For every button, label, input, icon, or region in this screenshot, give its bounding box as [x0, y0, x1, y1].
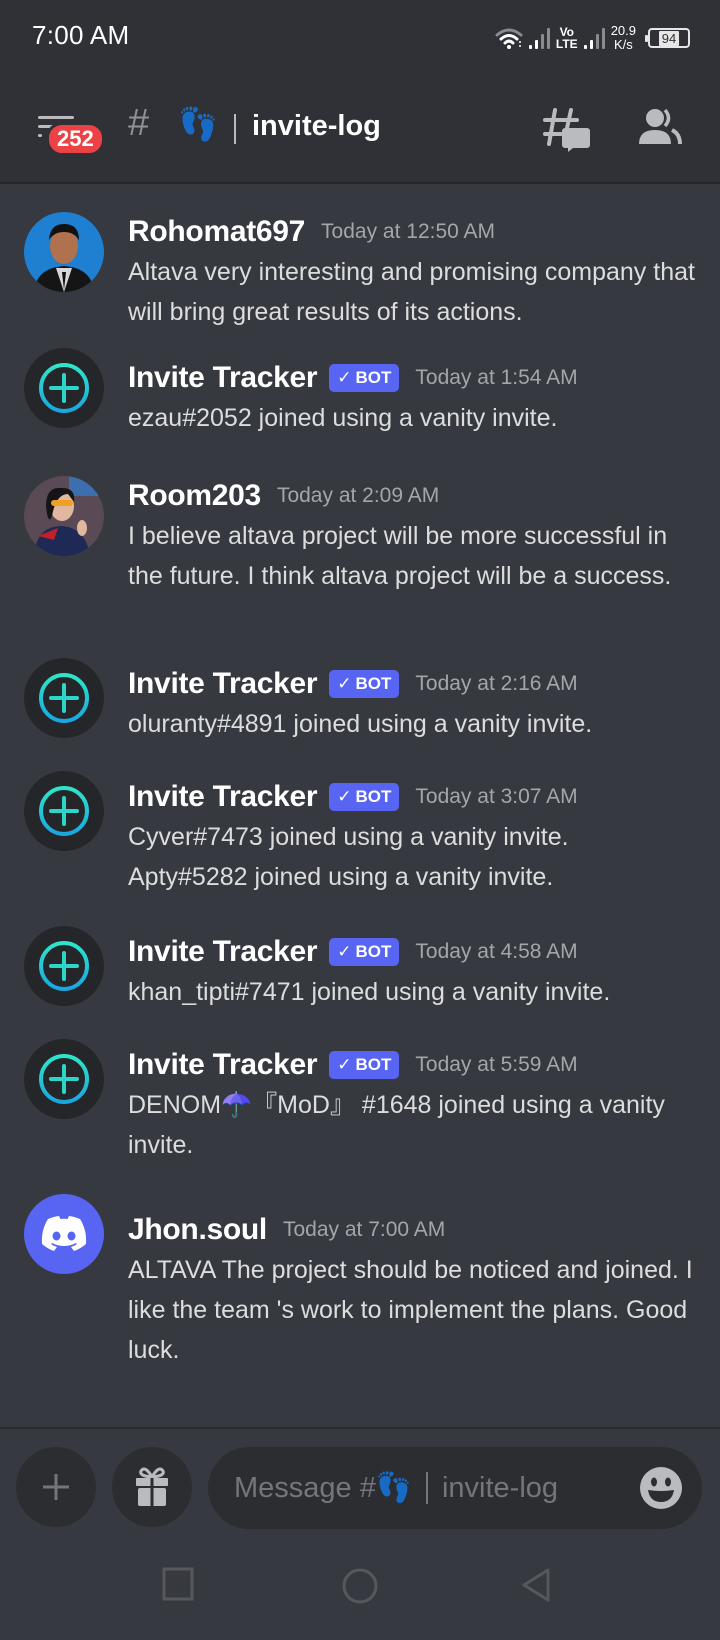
message-content: I believe altava project will be more su…	[128, 522, 672, 590]
status-bar: 7:00 AM Vo LTE 20.9 K/s 94	[0, 0, 720, 80]
status-time: 7:00 AM	[32, 20, 130, 50]
message-content: ezau#2052 joined using a vanity invite.	[128, 404, 558, 432]
message-timestamp: Today at 4:58 AM	[415, 940, 578, 963]
message-timestamp: Today at 2:16 AM	[415, 672, 578, 695]
footprints-emoji: 👣	[375, 1472, 412, 1504]
message-header: Room203 Today at 2:09 AM	[128, 476, 439, 516]
gift-button[interactable]	[112, 1447, 192, 1527]
message-timestamp: Today at 12:50 AM	[321, 220, 495, 243]
message-placeholder: Message # 👣 invite-log	[234, 1471, 559, 1504]
wifi-icon	[495, 28, 523, 49]
avatar[interactable]	[24, 212, 104, 292]
avatar[interactable]	[24, 926, 104, 1006]
signal-icon-1	[528, 27, 550, 49]
circle-icon[interactable]	[340, 1567, 380, 1607]
verified-check-icon: ✓	[337, 787, 352, 806]
channel-separator	[234, 114, 236, 144]
avatar[interactable]	[24, 658, 104, 738]
avatar[interactable]	[24, 771, 104, 851]
message-content: ALTAVA The project should be noticed and…	[128, 1256, 693, 1364]
plus-icon	[43, 1474, 69, 1500]
threads-icon[interactable]	[543, 108, 591, 152]
signal-icon-2	[583, 27, 605, 49]
bot-badge: ✓ BOT	[329, 1051, 400, 1079]
message-content: DENOM☂️『MoD』 #1648 joined using a vanity…	[128, 1091, 665, 1159]
battery-icon: 94	[645, 28, 690, 48]
message-content: Altava very interesting and promising co…	[128, 258, 695, 326]
author-name[interactable]: Room203	[128, 479, 261, 513]
channel-title[interactable]: invite-log	[252, 110, 381, 143]
author-name[interactable]: Jhon.soul	[128, 1213, 267, 1247]
message-timestamp: Today at 2:09 AM	[276, 484, 440, 507]
message-timestamp: Today at 1:54 AM	[415, 366, 578, 389]
message-list[interactable]: Rohomat697 Today at 12:50 AM Altava very…	[0, 186, 720, 1426]
discord-logo-icon	[41, 1216, 87, 1251]
message-header: Rohomat697 Today at 12:50 AM	[128, 212, 495, 252]
unread-badge: 252	[46, 122, 105, 156]
menu-button[interactable]: 252	[34, 110, 105, 156]
network-speed: 20.9 K/s	[610, 23, 636, 52]
system-nav-bar	[0, 1539, 720, 1640]
message-timestamp: Today at 3:07 AM	[415, 785, 578, 808]
message-timestamp: Today at 7:00 AM	[282, 1218, 446, 1241]
message-line: Cyver#7473 joined using a vanity invite.	[128, 823, 569, 851]
message-line: Apty#5282 joined using a vanity invite.	[128, 863, 554, 891]
author-name[interactable]: Invite Tracker	[128, 361, 318, 395]
smiley-icon[interactable]	[638, 1465, 684, 1511]
message-content: Cyver#7473 joined using a vanity invite.…	[128, 817, 703, 897]
author-name[interactable]: Invite Tracker	[128, 667, 318, 701]
invite-tracker-plus-icon	[39, 673, 89, 723]
author-name[interactable]: Invite Tracker	[128, 935, 318, 969]
user-photo-avatar	[24, 476, 104, 556]
invite-tracker-plus-icon	[39, 363, 89, 413]
avatar[interactable]	[24, 348, 104, 428]
verified-check-icon: ✓	[337, 368, 352, 387]
triangle-back-icon[interactable]	[520, 1567, 554, 1605]
author-name[interactable]: Invite Tracker	[128, 1048, 318, 1082]
message-timestamp: Today at 5:59 AM	[415, 1053, 578, 1076]
avatar[interactable]	[24, 1194, 104, 1274]
verified-check-icon: ✓	[337, 942, 352, 961]
author-name[interactable]: Rohomat697	[128, 215, 305, 249]
bot-badge: ✓ BOT	[329, 783, 400, 811]
message-content: khan_tipti#7471 joined using a vanity in…	[128, 978, 611, 1006]
invite-tracker-plus-icon	[39, 1054, 89, 1104]
channel-hash-icon: #	[128, 102, 150, 144]
placeholder-separator	[425, 1472, 428, 1504]
message-composer: Message # 👣 invite-log	[0, 1427, 720, 1539]
battery-level: 94	[658, 30, 680, 46]
gift-icon	[136, 1467, 168, 1506]
bot-badge: ✓ BOT	[329, 670, 400, 698]
message-header: Invite Tracker ✓ BOT Today at 4:58 AM	[128, 932, 578, 972]
bot-badge: ✓ BOT	[329, 938, 400, 966]
message-header: Jhon.soul Today at 7:00 AM	[128, 1210, 445, 1250]
message-content: oluranty#4891 joined using a vanity invi…	[128, 710, 593, 738]
invite-tracker-plus-icon	[39, 941, 89, 991]
attach-button[interactable]	[16, 1447, 96, 1527]
square-icon[interactable]	[162, 1567, 196, 1603]
members-icon[interactable]	[638, 108, 682, 148]
user-photo-avatar	[24, 212, 104, 292]
message-header: Invite Tracker ✓ BOT Today at 2:16 AM	[128, 664, 578, 704]
status-icons: Vo LTE 20.9 K/s 94	[495, 22, 690, 54]
footprints-emoji: 👣	[178, 106, 218, 142]
invite-tracker-plus-icon	[39, 786, 89, 836]
message-header: Invite Tracker ✓ BOT Today at 5:59 AM	[128, 1045, 578, 1085]
author-name[interactable]: Invite Tracker	[128, 780, 318, 814]
verified-check-icon: ✓	[337, 1055, 352, 1074]
message-header: Invite Tracker ✓ BOT Today at 1:54 AM	[128, 358, 578, 398]
bot-badge: ✓ BOT	[329, 364, 400, 392]
verified-check-icon: ✓	[337, 674, 352, 693]
message-header: Invite Tracker ✓ BOT Today at 3:07 AM	[128, 777, 578, 817]
volte-indicator: Vo LTE	[555, 25, 578, 51]
message-input[interactable]: Message # 👣 invite-log	[208, 1447, 702, 1529]
avatar[interactable]	[24, 1039, 104, 1119]
avatar[interactable]	[24, 476, 104, 556]
